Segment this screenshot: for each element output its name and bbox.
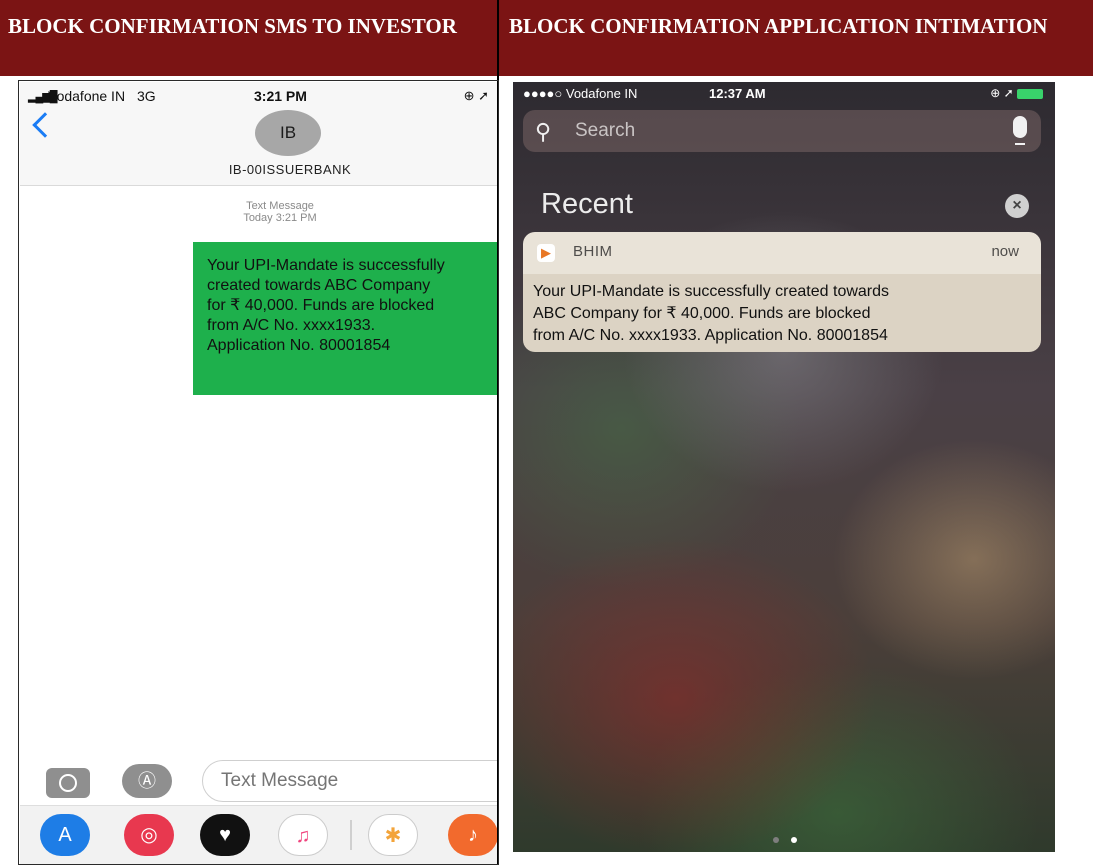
search-globe-icon[interactable]: ◎ xyxy=(124,814,174,856)
message-line: Application No. 80001854 xyxy=(207,337,391,354)
status-icons: ⊕ ➚ xyxy=(990,86,1043,100)
text-message-input[interactable] xyxy=(202,760,497,802)
column-divider xyxy=(497,0,499,865)
message-meta: Text Message Today 3:21 PM xyxy=(220,200,340,224)
notification-line: Your UPI-Mandate is successfully created… xyxy=(533,283,890,300)
page-indicator xyxy=(767,830,803,848)
search-bar[interactable]: ⚲ Search xyxy=(523,110,1041,152)
notification-header: ▶ BHIM now xyxy=(523,232,1041,274)
notification-line: ABC Company for ₹ 40,000. Funds are bloc… xyxy=(533,305,871,322)
message-line: for ₹ 40,000. Funds are blocked xyxy=(207,297,435,314)
dock-divider xyxy=(350,820,352,850)
app-store-icon[interactable]: Ⓐ xyxy=(122,764,172,798)
message-line: from A/C No. xxxx1933. xyxy=(207,317,376,334)
status-time: 12:37 AM xyxy=(709,86,766,101)
page-dot-active xyxy=(791,837,797,843)
message-line: Your UPI-Mandate is successfully xyxy=(207,257,445,274)
section-title: Recent xyxy=(541,188,633,220)
sms-message-bubble[interactable]: Your UPI-Mandate is successfully created… xyxy=(193,242,497,395)
message-timestamp: Today 3:21 PM xyxy=(243,212,317,224)
microphone-icon[interactable] xyxy=(1013,116,1027,145)
camera-icon[interactable] xyxy=(46,768,90,798)
sender-name[interactable]: IB-00ISSUERBANK xyxy=(220,162,360,177)
message-type: Text Message xyxy=(246,200,314,212)
bhim-app-icon: ▶ xyxy=(537,244,555,262)
status-bar: ▂▄▆█ Vodafone IN 3G 3:21 PM ⊕ ➚ xyxy=(28,88,489,106)
notification-body: Your UPI-Mandate is successfully created… xyxy=(523,274,1041,352)
network-type: 3G xyxy=(136,88,156,104)
left-column-header: BLOCK CONFIRMATION SMS TO INVESTOR xyxy=(0,0,497,76)
notification-app-name: BHIM xyxy=(573,243,613,260)
music-icon[interactable]: ♫ xyxy=(278,814,328,856)
battery-icon xyxy=(1017,88,1043,99)
carrier-label: Vodafone IN 3G xyxy=(48,88,156,104)
sms-header: ▂▄▆█ Vodafone IN 3G 3:21 PM ⊕ ➚ IB IB-00… xyxy=(20,82,497,186)
status-time: 3:21 PM xyxy=(254,88,307,104)
sms-screenshot: ▂▄▆█ Vodafone IN 3G 3:21 PM ⊕ ➚ IB IB-00… xyxy=(20,82,497,865)
right-column-header: BLOCK CONFIRMATION APPLICATION INTIMATIO… xyxy=(499,0,1093,76)
search-placeholder: Search xyxy=(575,120,636,141)
contact-avatar[interactable]: IB xyxy=(255,110,321,156)
app-store-icon[interactable]: A xyxy=(40,814,90,856)
status-bar: ●●●●○ Vodafone IN 12:37 AM ⊕ ➚ xyxy=(513,86,1055,106)
clear-notifications-button[interactable]: × xyxy=(1005,194,1029,218)
status-icons: ⊕ ➚ xyxy=(463,88,489,103)
back-chevron-icon[interactable] xyxy=(32,112,58,138)
page-dot xyxy=(773,837,779,843)
app-drawer: A ◎ ♥ ♫ ✱ ♪ xyxy=(20,805,497,865)
message-line: created towards ABC Company xyxy=(207,277,431,294)
carrier-name: ●●●●○ Vodafone IN xyxy=(523,86,638,101)
heart-icon[interactable]: ♥ xyxy=(200,814,250,856)
photos-icon[interactable]: ✱ xyxy=(368,814,418,856)
search-icon: ⚲ xyxy=(535,119,552,144)
bhim-notification[interactable]: ▶ BHIM now Your UPI-Mandate is successfu… xyxy=(523,232,1041,352)
carrier-name: Vodafone IN xyxy=(48,88,126,104)
notification-line: from A/C No. xxxx1933. Application No. 8… xyxy=(533,327,888,344)
notification-time: now xyxy=(991,243,1019,260)
compose-bar: Ⓐ xyxy=(20,752,497,802)
guitar-icon[interactable]: ♪ xyxy=(448,814,497,856)
notification-screenshot: ●●●●○ Vodafone IN 12:37 AM ⊕ ➚ ⚲ Search … xyxy=(513,82,1055,852)
